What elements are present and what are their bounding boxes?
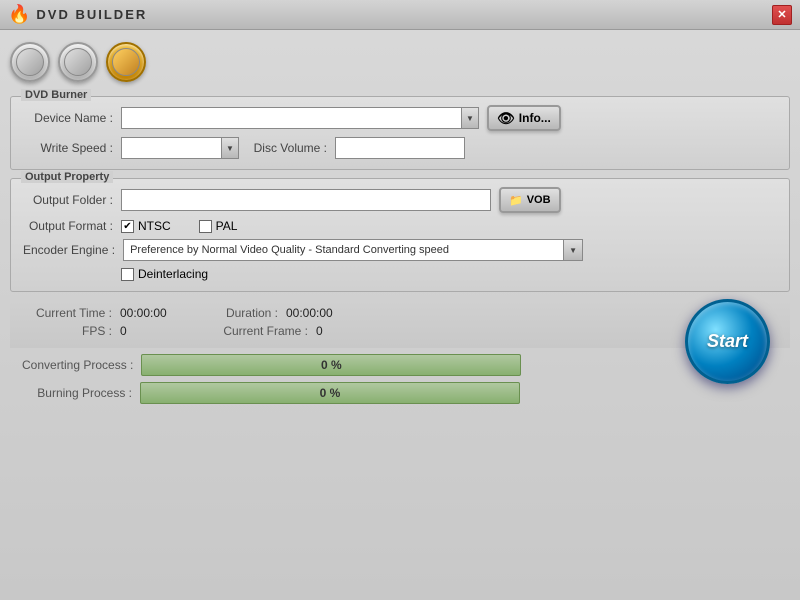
device-name-dropdown-arrow[interactable]: ▼ [461,107,479,129]
write-speed-input[interactable] [121,137,221,159]
write-speed-dropdown-arrow[interactable]: ▼ [221,137,239,159]
output-property-title: Output Property [21,171,113,183]
flame-icon: 🔥 [8,4,30,25]
close-button[interactable]: ✕ [772,5,792,25]
deinterlacing-row: Deinterlacing [121,267,777,281]
burning-process-row: Burning Process : 0 % [10,382,790,404]
converting-progress-text: 0 % [321,358,342,372]
device-name-label: Device Name : [23,111,113,125]
info-label: Info... [519,111,551,125]
output-folder-row: Output Folder : D:\Temp\ 📁 VOB [23,187,777,213]
encoder-dropdown-arrow[interactable]: ▼ [563,239,583,261]
current-time-label: Current Time : [22,306,112,320]
dvd-burner-title: DVD Burner [21,89,91,101]
status-row-2: FPS : 0 Current Frame : 0 [22,324,778,338]
toolbar-button-1[interactable] [10,42,50,82]
eye-icon: 👁 [497,110,515,127]
vob-button[interactable]: 📁 VOB [499,187,561,213]
status-row-1: Current Time : 00:00:00 Duration : 00:00… [22,306,778,320]
output-folder-input[interactable]: D:\Temp\ [121,189,491,211]
current-frame-label: Current Frame : [208,324,308,338]
app-title: DVD BUILDER [36,7,147,22]
output-format-label: Output Format : [23,219,113,233]
pal-label: PAL [216,219,238,233]
device-name-dropdown-wrap: ▼ [121,107,479,129]
encoder-engine-label: Encoder Engine : [23,243,115,257]
pal-checkbox-wrap[interactable]: PAL [199,219,238,233]
write-speed-label: Write Speed : [23,141,113,155]
current-frame-value: 0 [316,324,396,338]
toolbar-button-3[interactable] [106,42,146,82]
converting-progress-bar: 0 % [141,354,521,376]
burning-progress-text: 0 % [320,386,341,400]
write-speed-dropdown-wrap: ▼ [121,137,239,159]
toolbar [10,38,790,86]
encoder-field[interactable]: Preference by Normal Video Quality - Sta… [123,239,563,261]
title-bar: 🔥 DVD BUILDER ✕ [0,0,800,30]
ntsc-checkbox[interactable]: ✔ [121,220,134,233]
dvd-burner-section: DVD Burner Device Name : ▼ 👁 Info... Wri… [10,96,790,170]
device-name-row: Device Name : ▼ 👁 Info... [23,105,777,131]
output-format-row: Output Format : ✔ NTSC PAL [23,219,777,233]
current-time-value: 00:00:00 [120,306,200,320]
duration-label: Duration : [208,306,278,320]
fps-value: 0 [120,324,200,338]
toolbar-btn-inner-1 [16,48,44,76]
disc-volume-label: Disc Volume : [247,141,327,155]
ntsc-checkbox-wrap[interactable]: ✔ NTSC [121,219,171,233]
deinterlacing-checkbox[interactable] [121,268,134,281]
status-area: Current Time : 00:00:00 Duration : 00:00… [10,300,790,348]
toolbar-button-2[interactable] [58,42,98,82]
burning-process-label: Burning Process : [22,386,132,400]
deinterlacing-label: Deinterlacing [138,267,208,281]
converting-process-label: Converting Process : [22,358,133,372]
converting-process-row: Converting Process : 0 % [10,354,790,376]
burning-progress-bar: 0 % [140,382,520,404]
start-button[interactable]: Start [685,299,770,384]
deinterlacing-checkbox-wrap[interactable]: Deinterlacing [121,267,208,281]
duration-value: 00:00:00 [286,306,366,320]
ntsc-label: NTSC [138,219,171,233]
pal-checkbox[interactable] [199,220,212,233]
fps-label: FPS : [22,324,112,338]
vob-label: VOB [527,194,551,206]
device-name-input[interactable] [121,107,461,129]
info-button[interactable]: 👁 Info... [487,105,561,131]
toolbar-btn-inner-3 [112,48,140,76]
output-folder-label: Output Folder : [23,193,113,207]
folder-icon: 📁 [509,194,523,207]
encoder-dropdown-wrap: Preference by Normal Video Quality - Sta… [123,239,583,261]
encoder-engine-row: Encoder Engine : Preference by Normal Vi… [23,239,777,261]
main-content: DVD Burner Device Name : ▼ 👁 Info... Wri… [0,30,800,600]
start-button-label: Start [707,331,748,352]
disc-volume-input[interactable]: DVD_DISC [335,137,465,159]
toolbar-btn-inner-2 [64,48,92,76]
bottom-area: Converting Process : 0 % Burning Process… [10,354,790,404]
output-property-section: Output Property Output Folder : D:\Temp\… [10,178,790,292]
write-speed-row: Write Speed : ▼ Disc Volume : DVD_DISC [23,137,777,159]
